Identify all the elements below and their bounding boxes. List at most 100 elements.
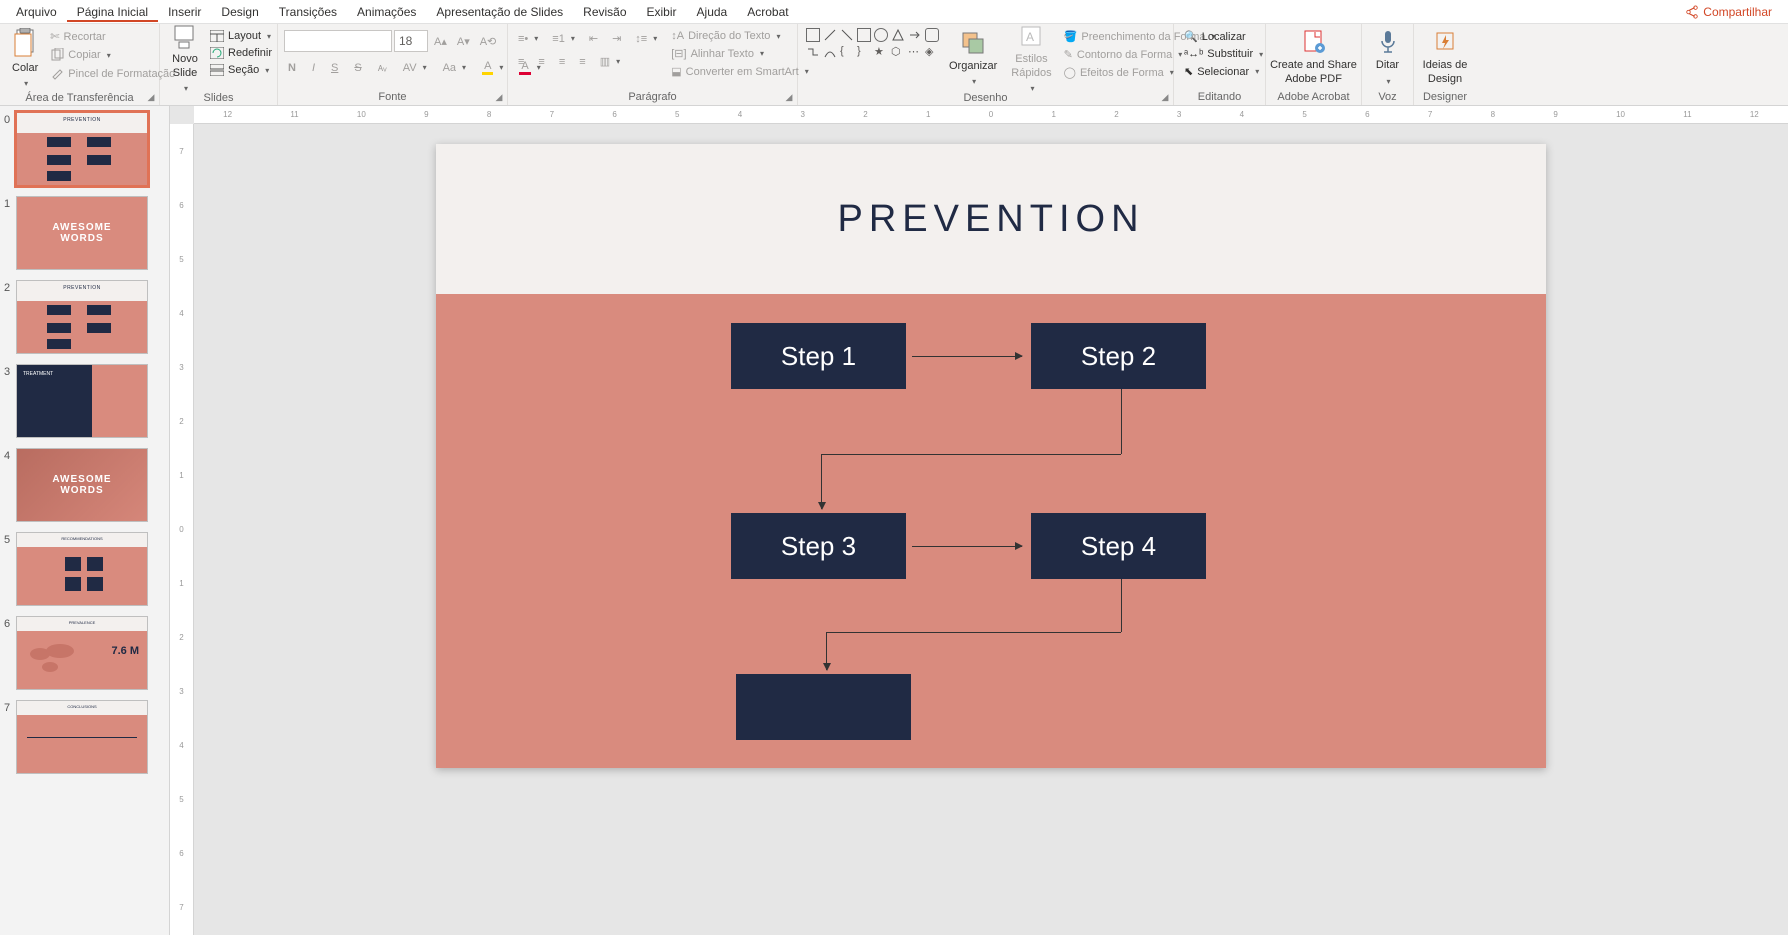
shape-more-icon[interactable]: ⋯ <box>908 45 922 59</box>
underline-button[interactable]: S <box>327 60 342 76</box>
thumbnail[interactable]: RECOMMENDATIONS <box>16 532 148 606</box>
menu-arquivo[interactable]: Arquivo <box>6 2 67 22</box>
reset-button[interactable]: Redefinir <box>206 45 276 61</box>
thumbnail[interactable]: CONCLUSIONS <box>16 700 148 774</box>
layout-button[interactable]: Layout▾ <box>206 28 276 44</box>
menu-design[interactable]: Design <box>211 2 268 22</box>
share-button[interactable]: Compartilhar <box>1685 5 1782 19</box>
new-slide-button[interactable]: Novo Slide ▾ <box>166 26 204 90</box>
slide-title-area[interactable]: PREVENTION <box>436 144 1546 294</box>
shape-line-icon[interactable] <box>823 28 837 42</box>
thumbnail-item[interactable]: 4AWESOME WORDS <box>4 448 169 522</box>
bold-button[interactable]: N <box>284 60 300 76</box>
increase-font-button[interactable]: A▴ <box>430 33 451 50</box>
text-direction-button[interactable]: ↕ADireção do Texto▾ <box>667 28 813 44</box>
shadow-button[interactable]: ᴀᵥ <box>374 60 391 76</box>
find-button[interactable]: 🔍Localizar <box>1180 28 1259 45</box>
arrow-4-down[interactable] <box>1121 579 1122 632</box>
shape-star-icon[interactable]: ★ <box>874 45 888 59</box>
font-size-input[interactable]: 18 <box>394 30 428 52</box>
align-text-button[interactable]: [⊟]Alinhar Texto▾ <box>667 45 813 62</box>
thumbnail-item[interactable]: 6PREVALENCE7.6 M <box>4 616 169 690</box>
thumbnail[interactable]: PREVENTION <box>16 280 148 354</box>
shape-curve-icon[interactable] <box>823 45 837 59</box>
menu-transicoes[interactable]: Transições <box>269 2 347 22</box>
shape-brace2-icon[interactable]: } <box>857 45 871 59</box>
thumbnail[interactable]: PREVENTION <box>16 112 148 186</box>
shape-brace1-icon[interactable]: { <box>840 45 854 59</box>
flow-step-3[interactable]: Step 3 <box>731 513 906 579</box>
arrow-2-3[interactable] <box>821 454 1121 509</box>
shapes-gallery[interactable]: { } ★ ⬡ ⋯ ◈ <box>804 26 941 61</box>
strike-button[interactable]: S <box>350 60 365 76</box>
menu-pagina-inicial[interactable]: Página Inicial <box>67 2 158 22</box>
case-button[interactable]: Aa▾ <box>439 60 470 76</box>
dictate-button[interactable]: Ditar ▾ <box>1368 26 1407 89</box>
flow-step-4[interactable]: Step 4 <box>1031 513 1206 579</box>
shape-oval-icon[interactable] <box>874 28 888 42</box>
shape-elbow-icon[interactable] <box>806 45 820 59</box>
italic-button[interactable]: I <box>308 60 319 76</box>
menu-animacoes[interactable]: Animações <box>347 2 426 22</box>
align-right-button[interactable]: ≡ <box>555 54 569 70</box>
thumbnail-item[interactable]: 3TREATMENT <box>4 364 169 438</box>
menu-exibir[interactable]: Exibir <box>637 2 687 22</box>
slide-canvas[interactable]: PREVENTION Step 1 Step 2 Step 3 Step 4 <box>194 124 1788 935</box>
arrow-1-2[interactable] <box>912 356 1022 357</box>
font-name-input[interactable] <box>284 30 392 52</box>
numbering-button[interactable]: ≡1▾ <box>548 31 579 47</box>
thumbnail[interactable]: PREVALENCE7.6 M <box>16 616 148 690</box>
columns-button[interactable]: ▥▾ <box>596 53 624 70</box>
menu-apresentacao[interactable]: Apresentação de Slides <box>426 2 573 22</box>
thumbnail-item[interactable]: 2PREVENTION <box>4 280 169 354</box>
arrow-3-4[interactable] <box>912 546 1022 547</box>
char-spacing-button[interactable]: AV▾ <box>399 60 431 76</box>
dialog-launcher-icon[interactable]: ◢ <box>783 91 795 103</box>
thumbnail-panel[interactable]: 0PREVENTION1AWESOME WORDS2PREVENTION3TRE… <box>0 106 170 935</box>
quick-styles-button[interactable]: A Estilos Rápidos ▾ <box>1005 26 1057 90</box>
shape-line2-icon[interactable] <box>840 28 854 42</box>
convert-smartart-button[interactable]: ⬓Converter em SmartArt▾ <box>667 63 813 80</box>
arrow-2-down[interactable] <box>1121 389 1122 454</box>
justify-button[interactable]: ≡ <box>575 54 589 70</box>
thumbnail[interactable]: TREATMENT <box>16 364 148 438</box>
indent-button[interactable]: ⇥ <box>608 30 625 47</box>
create-share-pdf-button[interactable]: Create and Share Adobe PDF <box>1272 26 1355 89</box>
bullets-button[interactable]: ≡•▾ <box>514 31 542 47</box>
thumbnail[interactable]: AWESOME WORDS <box>16 448 148 522</box>
flow-step-5[interactable] <box>736 674 911 740</box>
thumbnail-item[interactable]: 1AWESOME WORDS <box>4 196 169 270</box>
align-center-button[interactable]: ≡ <box>534 54 548 70</box>
decrease-font-button[interactable]: A▾ <box>453 33 474 50</box>
shape-arrow-icon[interactable] <box>908 28 922 42</box>
shape-triangle-icon[interactable] <box>891 28 905 42</box>
thumbnail-item[interactable]: 7CONCLUSIONS <box>4 700 169 774</box>
design-ideas-button[interactable]: Ideias de Design <box>1420 26 1470 89</box>
dialog-launcher-icon[interactable]: ◢ <box>145 91 157 103</box>
menu-acrobat[interactable]: Acrobat <box>737 2 798 22</box>
outdent-button[interactable]: ⇤ <box>585 30 602 47</box>
clear-format-button[interactable]: A⟲ <box>476 33 501 50</box>
highlight-button[interactable]: A▾ <box>478 58 507 77</box>
slide[interactable]: PREVENTION Step 1 Step 2 Step 3 Step 4 <box>436 144 1546 768</box>
thumbnail-item[interactable]: 5RECOMMENDATIONS <box>4 532 169 606</box>
shape-more2-icon[interactable]: ◈ <box>925 45 939 59</box>
menu-inserir[interactable]: Inserir <box>158 2 211 22</box>
shape-textbox-icon[interactable] <box>806 28 820 42</box>
arrange-button[interactable]: Organizar ▾ <box>943 26 1003 90</box>
menu-revisao[interactable]: Revisão <box>573 2 636 22</box>
dialog-launcher-icon[interactable]: ◢ <box>1159 91 1171 103</box>
shape-roundrect-icon[interactable] <box>925 28 939 42</box>
arrow-4-5[interactable] <box>826 632 1121 670</box>
thumbnail[interactable]: AWESOME WORDS <box>16 196 148 270</box>
flow-step-1[interactable]: Step 1 <box>731 323 906 389</box>
slide-title[interactable]: PREVENTION <box>837 198 1144 241</box>
section-button[interactable]: Seção▾ <box>206 62 276 78</box>
flow-step-2[interactable]: Step 2 <box>1031 323 1206 389</box>
paste-button[interactable]: Colar ▾ <box>6 26 44 90</box>
shape-hex-icon[interactable]: ⬡ <box>891 45 905 59</box>
replace-button[interactable]: ᵃ↔ᵇSubstituir▾ <box>1180 46 1259 62</box>
shape-rect-icon[interactable] <box>857 28 871 42</box>
align-left-button[interactable]: ≡ <box>514 54 528 70</box>
menu-ajuda[interactable]: Ajuda <box>687 2 738 22</box>
